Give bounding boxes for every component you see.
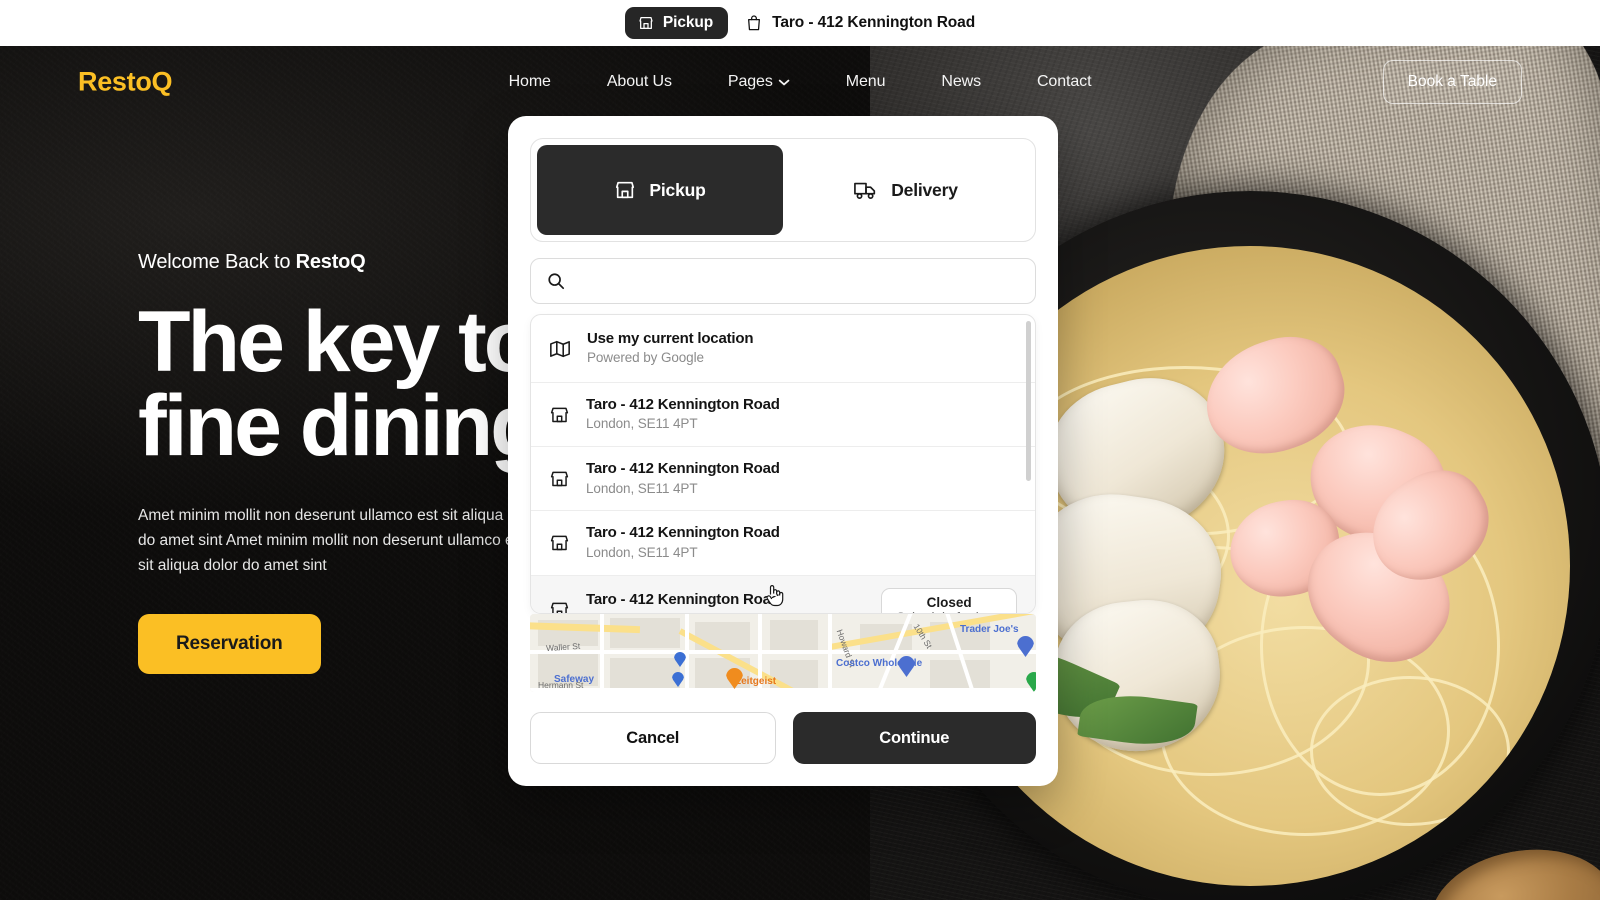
storefront-icon <box>638 15 654 31</box>
suggestion-texts: Use my current location Powered by Googl… <box>587 329 1017 368</box>
map-icon <box>549 338 571 360</box>
nav-item-label: Contact <box>1036 73 1092 90</box>
suggestion-subtitle: London, SE11 4PT <box>586 480 698 496</box>
search-icon <box>547 272 565 290</box>
suggestion-title: Taro - 412 Kennington Road <box>586 396 780 414</box>
modal-footer: Cancel Continue <box>530 712 1036 764</box>
suggestion-store-row-hovered[interactable]: Taro - 412 Kennington Road London, SE11 … <box>531 575 1035 613</box>
location-picker-modal: Pickup Delivery Use my current location … <box>508 116 1058 786</box>
suggestion-texts: Taro - 412 Kennington Road London, SE11 … <box>586 590 865 613</box>
hero-eyebrow-brand: RestoQ <box>295 251 366 273</box>
site-logo[interactable]: RestoQ <box>78 67 173 98</box>
location-search-field[interactable] <box>530 258 1036 304</box>
suggestion-title: Taro - 412 Kennington Road <box>586 524 780 542</box>
nav-links: Home About Us Pages Menu News Contact <box>509 73 1092 91</box>
chevron-down-icon <box>778 79 790 86</box>
dropdown-scrollbar-thumb[interactable] <box>1026 321 1031 481</box>
suggestion-store-row[interactable]: Taro - 412 Kennington Road London, SE11 … <box>531 447 1035 512</box>
mode-delivery-label: Delivery <box>891 179 958 200</box>
nav-item-about-us[interactable]: About Us <box>607 73 672 91</box>
suggestion-subtitle: London, SE11 4PT <box>586 610 865 613</box>
location-suggestions-dropdown[interactable]: Use my current location Powered by Googl… <box>530 314 1036 614</box>
nav-item-contact[interactable]: Contact <box>1036 73 1092 91</box>
suggestion-subtitle: London, SE11 4PT <box>586 416 698 432</box>
nav-item-label: News <box>941 73 981 90</box>
store-icon <box>549 404 570 425</box>
top-pickup-label: Pickup <box>662 14 714 31</box>
store-icon <box>549 532 570 553</box>
storefront-icon <box>614 179 636 201</box>
nav-item-menu[interactable]: Menu <box>846 73 886 91</box>
book-a-table-button[interactable]: Book a Table <box>1382 60 1522 104</box>
mode-delivery-button[interactable]: Delivery <box>783 145 1029 235</box>
status-badge-main: Closed <box>926 594 972 610</box>
top-pickup-pill[interactable]: Pickup <box>624 7 729 39</box>
suggestion-title: Taro - 412 Kennington Road <box>586 590 780 608</box>
top-utility-bar: Pickup Taro - 412 Kennington Road <box>0 0 1600 46</box>
suggestion-texts: Taro - 412 Kennington Road London, SE11 … <box>586 523 1017 562</box>
nav-item-label: Menu <box>845 73 886 90</box>
status-badge-sub: Schedule for later <box>896 610 1002 613</box>
hero-eyebrow-prefix: Welcome Back to <box>138 251 296 273</box>
nav-item-label: Pages <box>727 73 773 90</box>
nav-item-label: About Us <box>606 73 672 90</box>
top-address[interactable]: Taro - 412 Kennington Road <box>746 14 975 32</box>
suggestion-subtitle: Powered by Google <box>587 350 704 366</box>
top-address-label: Taro - 412 Kennington Road <box>772 14 976 31</box>
suggestions-scroll-area[interactable]: Use my current location Powered by Googl… <box>531 315 1035 613</box>
site-navigation: RestoQ Home About Us Pages Menu News Con… <box>0 46 1600 118</box>
continue-button[interactable]: Continue <box>792 712 1036 764</box>
suggestion-store-row[interactable]: Taro - 412 Kennington Road London, SE11 … <box>531 511 1035 576</box>
suggestion-title: Use my current location <box>587 330 754 347</box>
nav-item-label: Home <box>508 73 551 90</box>
truck-icon <box>854 179 878 201</box>
suggestion-store-row[interactable]: Taro - 412 Kennington Road London, SE11 … <box>531 383 1035 448</box>
suggestion-subtitle: London, SE11 4PT <box>586 544 698 560</box>
mode-pickup-button[interactable]: Pickup <box>537 145 783 235</box>
store-icon <box>549 468 570 489</box>
nav-item-pages[interactable]: Pages <box>728 73 790 91</box>
cancel-button[interactable]: Cancel <box>530 712 776 764</box>
suggestion-use-current-location[interactable]: Use my current location Powered by Googl… <box>531 315 1035 384</box>
suggestion-texts: Taro - 412 Kennington Road London, SE11 … <box>586 459 1017 498</box>
map-label-poi: Trader Joe's <box>960 624 1019 635</box>
suggestion-texts: Taro - 412 Kennington Road London, SE11 … <box>586 395 1017 434</box>
nav-item-news[interactable]: News <box>941 73 981 91</box>
store-icon <box>549 599 570 613</box>
mode-pickup-label: Pickup <box>649 179 706 200</box>
suggestion-title: Taro - 412 Kennington Road <box>586 460 780 478</box>
location-map[interactable]: Waller St Hermann St Howard St 10th St S… <box>530 614 1036 692</box>
bag-icon <box>746 14 762 32</box>
search-input[interactable] <box>577 259 1019 303</box>
status-badge[interactable]: Closed Schedule for later <box>881 587 1017 613</box>
reservation-button[interactable]: Reservation <box>138 613 321 674</box>
map-label-poi: Safeway <box>554 674 595 685</box>
fulfillment-mode-toggle: Pickup Delivery <box>530 138 1036 242</box>
nav-item-home[interactable]: Home <box>509 73 551 91</box>
